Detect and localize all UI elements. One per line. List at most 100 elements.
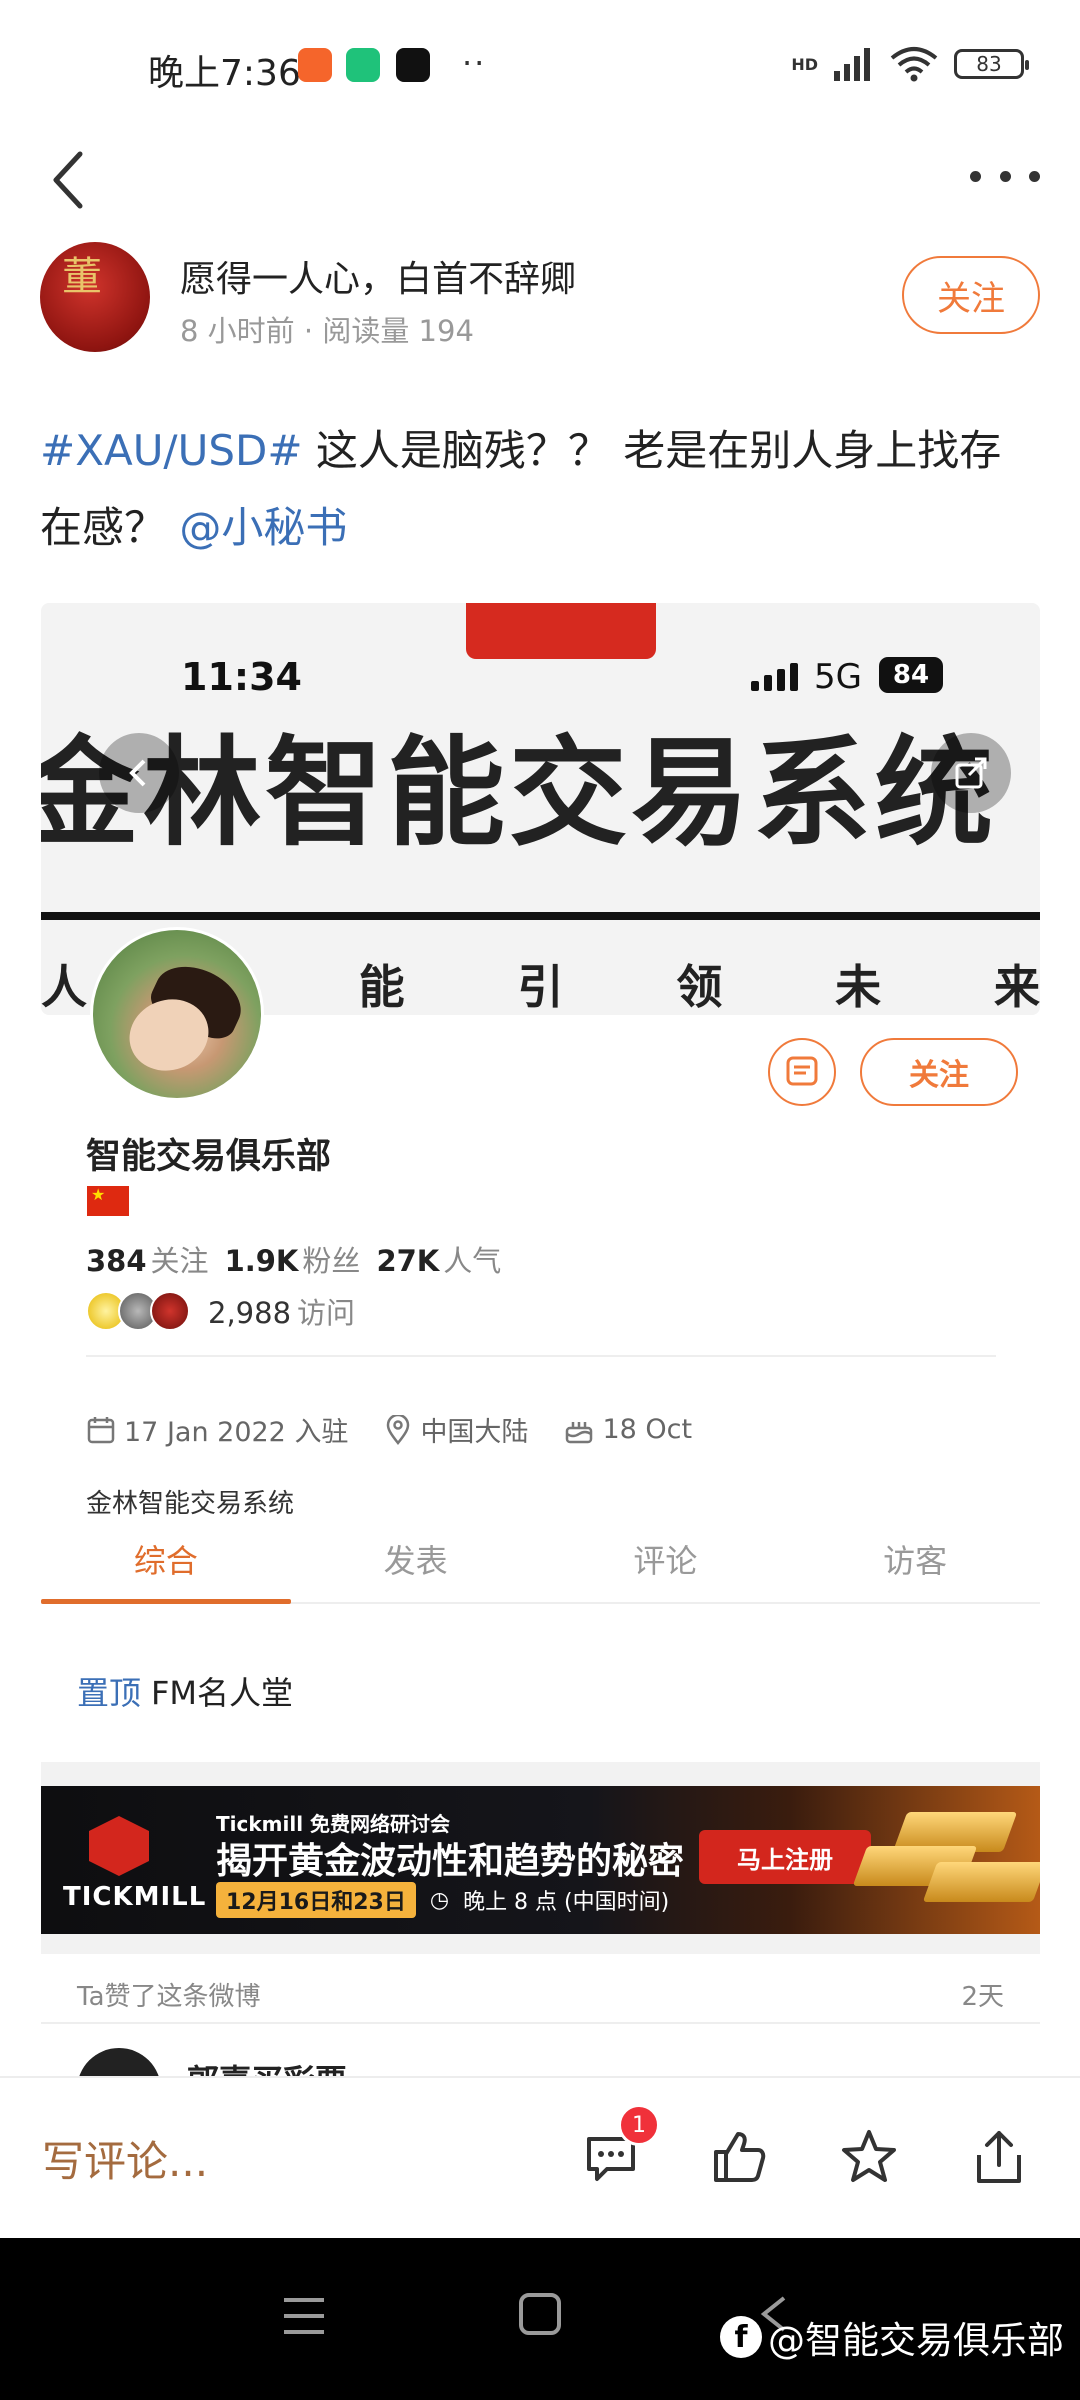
birthday-cake-icon — [566, 1421, 593, 1443]
message-icon — [786, 1056, 818, 1086]
image-divider — [41, 912, 1040, 920]
image-red-banner — [466, 603, 656, 659]
location-icon — [387, 1414, 410, 1445]
profile-name: 智能交易俱乐部 — [86, 1137, 332, 1177]
profile-avatar[interactable] — [90, 927, 264, 1101]
battery-icon: 83 — [954, 49, 1029, 79]
stat-following[interactable]: 384 关注 — [86, 1238, 209, 1280]
slogan-char: 来 — [993, 960, 1040, 1014]
visits-label: 访问 — [297, 1296, 356, 1330]
signal-icon — [834, 48, 870, 81]
comment-input[interactable]: 写评论... — [42, 2128, 208, 2189]
status-bar: 晚上7:36 ·· HD 83 — [0, 0, 1080, 130]
thumbs-up-icon — [714, 2132, 766, 2182]
video-app-icon — [298, 48, 332, 82]
tab-visitors[interactable]: 访客 — [790, 1520, 1040, 1602]
image-battery: 84 — [879, 657, 943, 693]
shield-app-icon — [346, 48, 380, 82]
avatar-glyph: 董 — [62, 254, 102, 300]
share-upload-icon — [977, 2131, 1021, 2183]
slogan-char: 引 — [517, 960, 564, 1014]
ad-title: 揭开黄金波动性和趋势的秘密 — [216, 1841, 685, 1882]
wifi-icon — [890, 47, 938, 82]
feed-item[interactable]: 郭嘉买彩票 — [41, 2030, 1040, 2076]
follow-author-button[interactable]: 关注 — [902, 256, 1040, 334]
image-title: 金林智能交易系统 — [41, 724, 998, 862]
tiktok-icon — [396, 48, 430, 82]
share-icon — [955, 757, 987, 789]
profile-visits[interactable]: 2,988 访问 — [86, 1290, 355, 1332]
ad-register-button[interactable]: 马上注册 — [699, 1830, 871, 1884]
birthday: 18 Oct — [602, 1414, 693, 1445]
section-separator — [41, 1934, 1040, 1954]
ad-brand: TICKMILL — [63, 1882, 207, 1912]
slogan-char: 人 — [41, 960, 87, 1014]
watermark: f @智能交易俱乐部 — [720, 2310, 1064, 2364]
ad-banner[interactable]: TICKMILL Tickmill 免费网络研讨会 揭开黄金波动性和趋势的秘密 … — [41, 1786, 1040, 1934]
chevron-left-icon — [129, 759, 146, 787]
recent-apps-button[interactable] — [282, 2296, 326, 2340]
comment-count-badge: 1 — [618, 2104, 660, 2146]
hashtag-link[interactable]: #XAU/USD# — [40, 426, 303, 475]
china-flag-icon — [87, 1185, 129, 1216]
profile-divider — [86, 1355, 996, 1357]
location: 中国大陆 — [420, 1417, 529, 1448]
ad-time: 晚上 8 点 (中国时间) — [463, 1890, 670, 1915]
star-icon — [842, 2130, 896, 2182]
back-button[interactable] — [40, 140, 100, 220]
image-share-button[interactable] — [931, 733, 1011, 813]
feed-avatar[interactable] — [77, 2048, 161, 2076]
message-button[interactable] — [768, 1038, 836, 1106]
follow-profile-button[interactable]: 关注 — [860, 1038, 1018, 1106]
slogan-char: 未 — [835, 960, 882, 1014]
favorite-button[interactable] — [834, 2122, 904, 2192]
dot — [999, 170, 1011, 182]
joined-date: 17 Jan 2022 入驻 — [124, 1417, 349, 1448]
pinned-tag: 置顶 — [77, 1674, 142, 1712]
post-meta: 8 小时前 · 阅读量 194 — [180, 314, 474, 348]
feed-author-name[interactable]: 郭嘉买彩票 — [187, 2056, 347, 2076]
activity-label: Ta赞了这条微博 — [77, 1982, 261, 2012]
visits-count: 2,988 — [208, 1296, 292, 1330]
comments-button[interactable]: 1 — [576, 2104, 660, 2192]
status-time: 晚上7:36 — [148, 53, 301, 94]
author-name[interactable]: 愿得一人心，白首不辞卿 — [180, 250, 576, 302]
slogan-char: 领 — [676, 960, 723, 1014]
image-signal-icon — [751, 663, 798, 691]
pinned-item[interactable]: 置顶 FM名人堂 — [77, 1668, 293, 1714]
home-button[interactable] — [518, 2292, 562, 2340]
profile-tabs: 综合 发表 评论 访客 — [41, 1520, 1040, 1604]
watermark-text: @智能交易俱乐部 — [768, 2319, 1064, 2362]
stat-followers[interactable]: 1.9K 粉丝 — [225, 1238, 361, 1280]
facebook-logo-icon: f — [720, 2316, 762, 2358]
more-notifications-icon: ·· — [462, 44, 487, 82]
chevron-left-icon — [53, 151, 83, 209]
like-button[interactable] — [704, 2122, 774, 2192]
menu-icon — [284, 2298, 324, 2334]
tab-overview[interactable]: 综合 — [41, 1520, 291, 1604]
network-label: HD — [791, 54, 818, 74]
ad-dates: 12月16日和23日 — [216, 1882, 416, 1918]
pinned-title: FM名人堂 — [151, 1674, 294, 1712]
share-button[interactable] — [964, 2122, 1034, 2192]
author-avatar[interactable]: 董 — [40, 242, 150, 352]
calendar-icon — [87, 1416, 115, 1443]
profile-stats: 384 关注 1.9K 粉丝 27K 人气 — [86, 1238, 501, 1280]
tab-posts[interactable]: 发表 — [291, 1520, 541, 1602]
visitor-avatar — [150, 1291, 190, 1331]
activity-row: Ta赞了这条微博 2天 — [41, 1954, 1040, 2024]
home-square-icon — [519, 2293, 561, 2335]
dot — [970, 170, 981, 182]
more-options-button[interactable] — [970, 146, 1040, 206]
author-header: 董 愿得一人心，白首不辞卿 8 小时前 · 阅读量 194 关注 — [40, 238, 1040, 358]
dot — [1029, 170, 1040, 182]
profile-info: 17 Jan 2022 入驻 中国大陆 18 Oct — [86, 1410, 718, 1449]
stat-popularity: 27K 人气 — [376, 1244, 502, 1278]
section-separator — [41, 1762, 1040, 1786]
post-text: #XAU/USD# 这人是脑残？？ 老是在别人身上找存在感？ @小秘书 — [40, 412, 1040, 566]
tab-comments[interactable]: 评论 — [541, 1520, 791, 1602]
ad-date-row: 12月16日和23日 ◷ 晚上 8 点 (中国时间) — [216, 1882, 669, 1918]
profile-bio: 金林智能交易系统 — [86, 1489, 295, 1519]
image-back-button[interactable] — [99, 733, 179, 813]
mention-link[interactable]: @小秘书 — [179, 503, 347, 552]
